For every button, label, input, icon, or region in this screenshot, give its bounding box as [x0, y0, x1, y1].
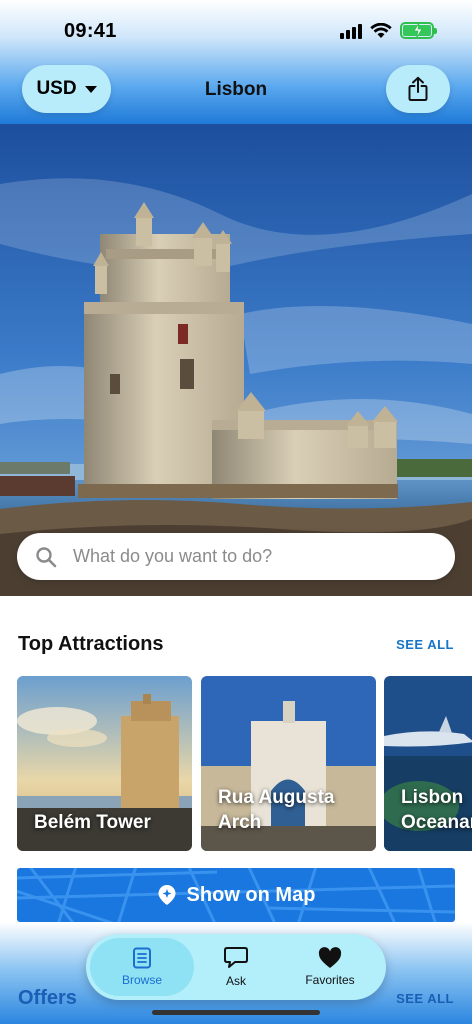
battery-charging-icon [400, 22, 437, 39]
home-indicator [152, 1010, 320, 1015]
attraction-card-belem-tower[interactable]: Belém Tower [17, 676, 192, 851]
tab-favorites[interactable]: Favorites [278, 938, 382, 996]
chat-bubble-icon [224, 947, 248, 968]
heart-icon [318, 947, 342, 968]
attraction-card-label: Rua Augusta Arch [218, 787, 335, 833]
offers-see-all-link[interactable]: SEE ALL [396, 991, 454, 1006]
search-bar[interactable] [17, 533, 455, 580]
document-icon [133, 947, 151, 969]
attractions-carousel[interactable]: Belém Tower Rua Augusta Arch Lisbon Ocea… [17, 676, 472, 851]
search-input[interactable] [73, 546, 413, 567]
status-icons [340, 22, 437, 39]
show-on-map-label: Show on Map [186, 883, 316, 906]
tab-browse-label: Browse [121, 973, 162, 987]
tab-ask-label: Ask [225, 974, 246, 988]
top-attractions-see-all-link[interactable]: SEE ALL [396, 637, 454, 652]
share-button[interactable] [386, 65, 450, 113]
attraction-card-label: Lisbon Oceanarium [401, 787, 472, 833]
map-pin-icon [158, 885, 176, 905]
cellular-signal-icon [340, 23, 362, 39]
search-icon [36, 546, 57, 567]
wifi-icon [370, 22, 392, 38]
status-time: 09:41 [64, 20, 117, 42]
status-bar: 09:41 [0, 0, 472, 60]
show-on-map-button[interactable]: Show on Map [17, 868, 455, 922]
tab-ask[interactable]: Ask [184, 938, 288, 996]
attraction-card-rua-augusta-arch[interactable]: Rua Augusta Arch [201, 676, 376, 851]
tab-favorites-label: Favorites [305, 973, 355, 987]
share-icon [408, 76, 428, 101]
attraction-card-lisbon-oceanarium[interactable]: Lisbon Oceanarium [384, 676, 472, 851]
top-attractions-title: Top Attractions [18, 633, 164, 655]
tab-browse[interactable]: Browse [90, 938, 194, 996]
offers-title: Offers [18, 987, 77, 1009]
tab-bar: Browse Ask Favorites [86, 934, 386, 1000]
attraction-card-label: Belém Tower [34, 812, 151, 833]
hero-image [0, 124, 472, 596]
